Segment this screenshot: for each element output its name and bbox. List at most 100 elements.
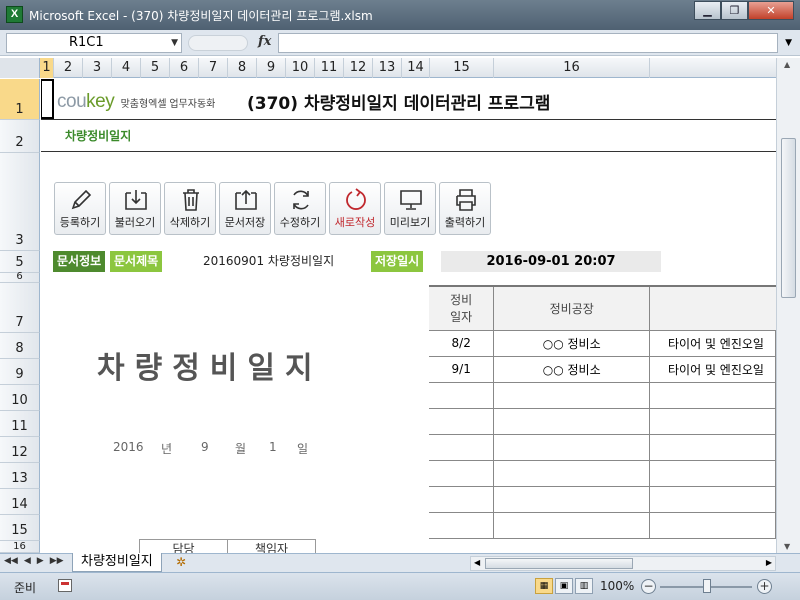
- vertical-scrollbar[interactable]: ▲ ▼: [776, 58, 800, 553]
- scroll-left-icon[interactable]: ◀: [474, 558, 480, 567]
- edit-button[interactable]: 수정하기: [274, 182, 326, 235]
- worksheet-area[interactable]: coukey 맞춤형엑셀 업무자동화 (370) 차량정비일지 데이터관리 프로…: [41, 79, 776, 553]
- insert-sheet-icon[interactable]: ✲: [176, 555, 186, 569]
- cell-shop[interactable]: [493, 382, 651, 409]
- cell-shop[interactable]: ○○ 정비소: [493, 330, 651, 357]
- print-button[interactable]: 출력하기: [439, 182, 491, 235]
- zoom-slider-thumb[interactable]: [703, 579, 711, 593]
- chevron-down-icon[interactable]: ▼: [171, 34, 178, 52]
- header-shop[interactable]: 정비공장: [493, 285, 651, 331]
- cell-details[interactable]: 타이어 및 엔진오일: [649, 356, 776, 383]
- column-header[interactable]: 1: [40, 58, 54, 78]
- column-header[interactable]: 8: [228, 58, 257, 78]
- select-all-corner[interactable]: [0, 58, 40, 78]
- column-header[interactable]: 14: [402, 58, 430, 78]
- cell-date[interactable]: 8/2: [429, 330, 495, 357]
- header-date[interactable]: 정비 일자: [429, 285, 495, 331]
- column-header[interactable]: 13: [373, 58, 402, 78]
- row-header[interactable]: 2: [0, 120, 40, 153]
- excel-app-icon[interactable]: X: [6, 6, 23, 23]
- row-header[interactable]: 8: [0, 333, 40, 359]
- register-button[interactable]: 등록하기: [54, 182, 106, 235]
- row-header[interactable]: 14: [0, 489, 40, 515]
- formula-input[interactable]: [278, 33, 778, 53]
- scroll-down-icon[interactable]: ▼: [784, 542, 790, 551]
- sheet-tab[interactable]: 차량정비일지: [72, 553, 162, 572]
- cell-shop[interactable]: ○○ 정비소: [493, 356, 651, 383]
- cell-date[interactable]: [429, 460, 495, 487]
- column-header[interactable]: 4: [112, 58, 141, 78]
- page-break-view-icon[interactable]: ▥: [575, 578, 593, 594]
- cell-date[interactable]: 9/1: [429, 356, 495, 383]
- cell-details[interactable]: [649, 512, 776, 539]
- horizontal-scrollbar[interactable]: ◀ ▶: [470, 556, 776, 571]
- row-header[interactable]: 15: [0, 515, 40, 541]
- save-document-button[interactable]: 문서저장: [219, 182, 271, 235]
- scroll-right-icon[interactable]: ▶: [766, 558, 772, 567]
- scroll-thumb[interactable]: [485, 558, 633, 569]
- column-header[interactable]: 6: [170, 58, 199, 78]
- row-header[interactable]: 3: [0, 153, 40, 251]
- insert-function-icon[interactable]: fx: [258, 34, 271, 49]
- zoom-level[interactable]: 100%: [600, 579, 634, 593]
- row-header[interactable]: 11: [0, 411, 40, 437]
- cell-date[interactable]: [429, 512, 495, 539]
- cell-date[interactable]: [429, 434, 495, 461]
- column-header[interactable]: 11: [315, 58, 344, 78]
- column-header[interactable]: 5: [141, 58, 170, 78]
- cell-details[interactable]: [649, 382, 776, 409]
- row-header[interactable]: 9: [0, 359, 40, 385]
- close-button[interactable]: ✕: [748, 1, 794, 20]
- cell-date[interactable]: [429, 486, 495, 513]
- cell-date[interactable]: [429, 408, 495, 435]
- row-header[interactable]: 7: [0, 283, 40, 333]
- cell-shop[interactable]: [493, 460, 651, 487]
- row-header[interactable]: 5: [0, 251, 40, 273]
- scroll-thumb[interactable]: [781, 138, 796, 298]
- active-cell[interactable]: [41, 79, 54, 119]
- scroll-up-icon[interactable]: ▲: [784, 60, 790, 69]
- column-header[interactable]: 3: [83, 58, 112, 78]
- normal-view-icon[interactable]: ▦: [535, 578, 553, 594]
- new-document-button[interactable]: 새로작성: [329, 182, 381, 235]
- saved-at-value[interactable]: 2016-09-01 20:07: [441, 251, 661, 272]
- cell-details[interactable]: 타이어 및 엔진오일: [649, 330, 776, 357]
- column-header[interactable]: 10: [286, 58, 315, 78]
- header-details[interactable]: [649, 285, 776, 331]
- row-header[interactable]: 12: [0, 437, 40, 463]
- preview-button[interactable]: 미리보기: [384, 182, 436, 235]
- macro-record-icon[interactable]: [58, 579, 72, 592]
- row-header[interactable]: 13: [0, 463, 40, 489]
- column-header[interactable]: 2: [54, 58, 83, 78]
- minimize-button[interactable]: ▁: [694, 1, 721, 20]
- cell-details[interactable]: [649, 408, 776, 435]
- cell-details[interactable]: [649, 486, 776, 513]
- column-header[interactable]: 15: [430, 58, 494, 78]
- cell-shop[interactable]: [493, 408, 651, 435]
- row-header[interactable]: 10: [0, 385, 40, 411]
- maximize-button[interactable]: ❐: [721, 1, 748, 20]
- doc-title-value[interactable]: 20160901 차량정비일지: [203, 251, 334, 272]
- last-sheet-icon[interactable]: ▶▶: [50, 556, 64, 566]
- delete-button[interactable]: 삭제하기: [164, 182, 216, 235]
- prev-sheet-icon[interactable]: ◀: [24, 556, 31, 566]
- formula-cancel-enter[interactable]: [188, 35, 248, 51]
- expand-formula-icon[interactable]: ▼: [785, 38, 792, 48]
- cell-date[interactable]: [429, 382, 495, 409]
- approval-cell[interactable]: 담당: [139, 539, 228, 553]
- zoom-in-icon[interactable]: +: [757, 579, 772, 594]
- name-box[interactable]: R1C1 ▼: [6, 33, 182, 53]
- column-header[interactable]: 16: [494, 58, 650, 78]
- column-header[interactable]: 9: [257, 58, 286, 78]
- cell-shop[interactable]: [493, 512, 651, 539]
- column-header[interactable]: 12: [344, 58, 373, 78]
- cell-shop[interactable]: [493, 486, 651, 513]
- cell-details[interactable]: [649, 460, 776, 487]
- next-sheet-icon[interactable]: ▶: [37, 556, 44, 566]
- column-header[interactable]: 7: [199, 58, 228, 78]
- zoom-out-icon[interactable]: −: [641, 579, 656, 594]
- first-sheet-icon[interactable]: ◀◀: [4, 556, 18, 566]
- row-header[interactable]: 6: [0, 271, 40, 283]
- cell-shop[interactable]: [493, 434, 651, 461]
- row-header[interactable]: 1: [0, 79, 40, 120]
